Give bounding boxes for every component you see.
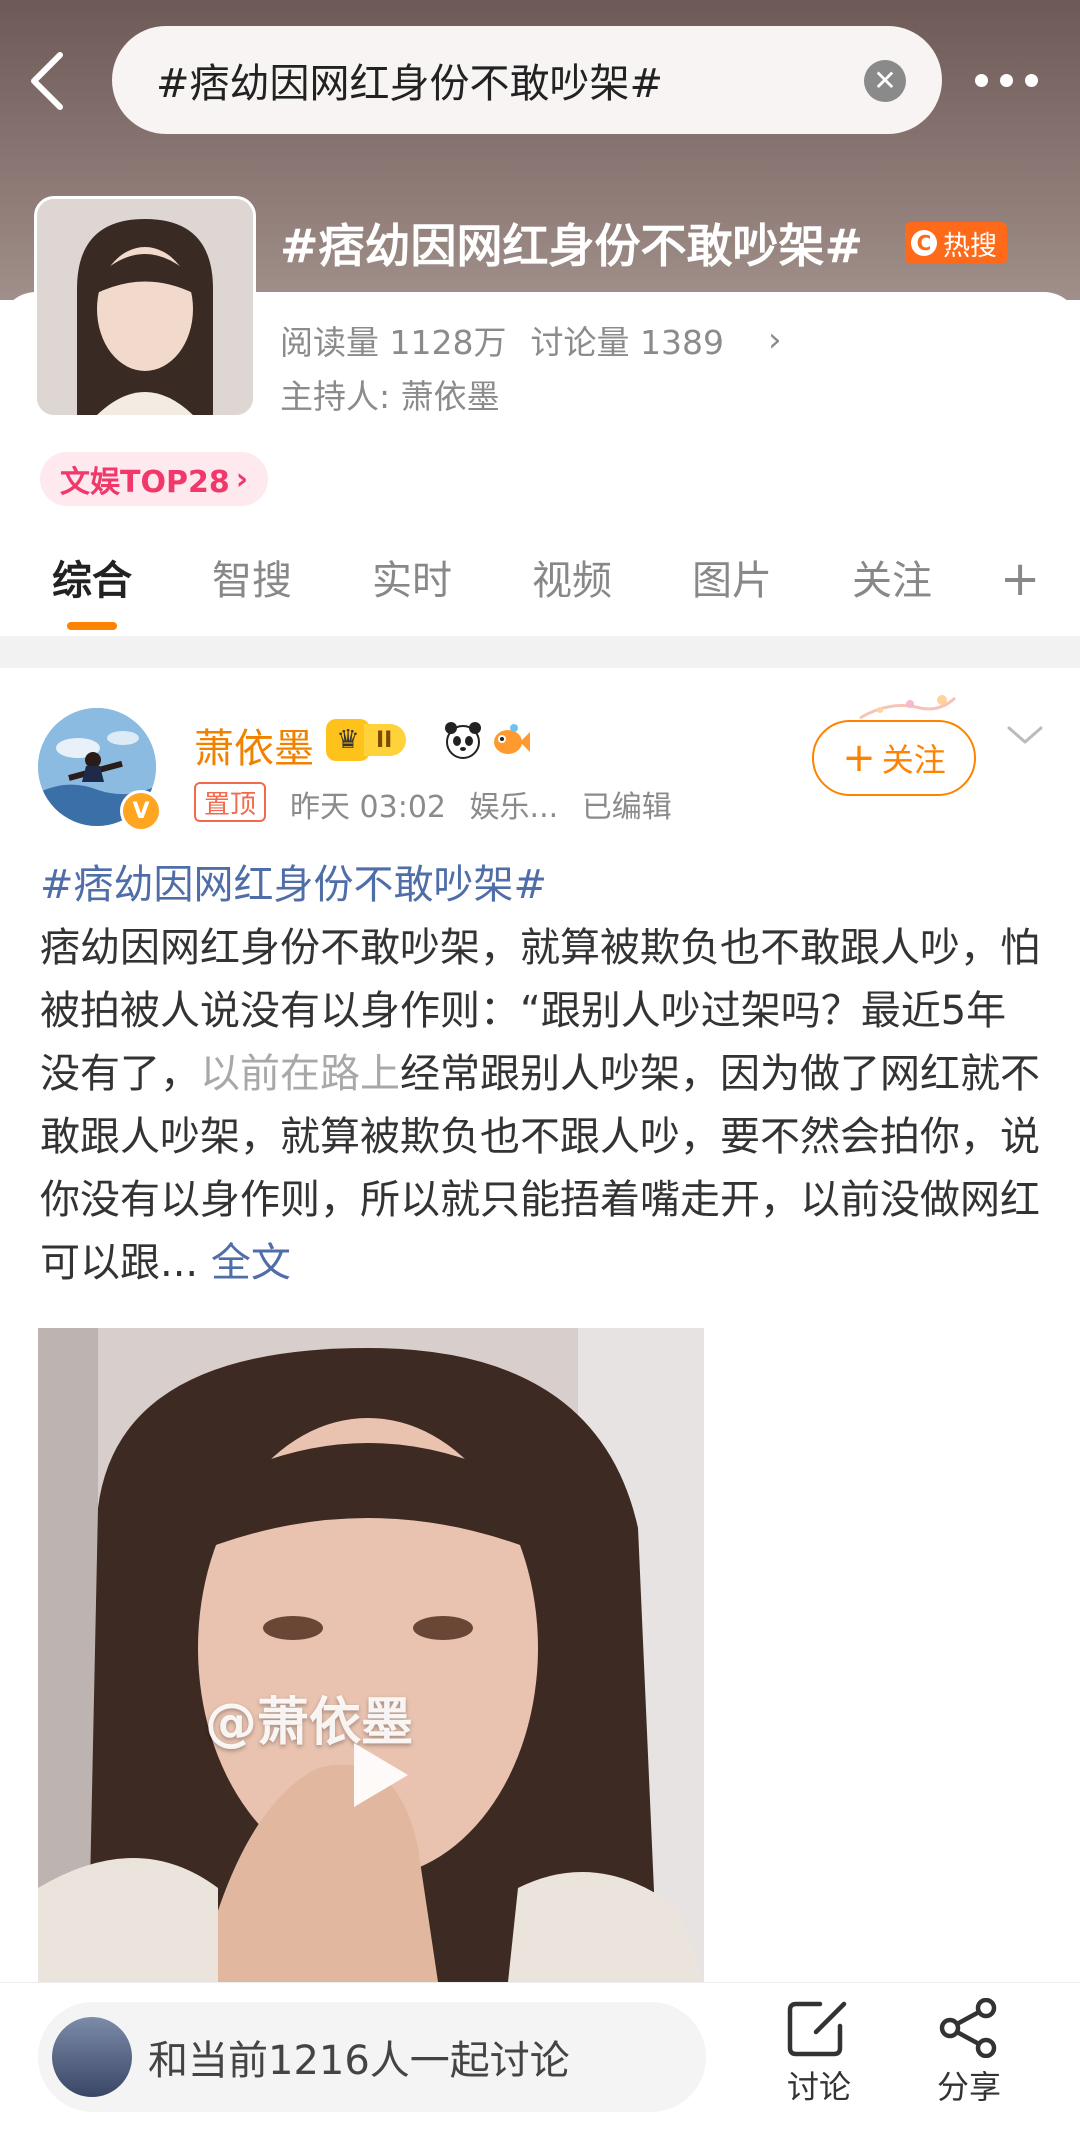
comment-button[interactable]: 讨论 <box>764 1998 874 2108</box>
fish-icon <box>494 724 530 754</box>
video-thumbnail[interactable] <box>38 1328 704 1982</box>
tab-comprehensive[interactable]: 综合 <box>52 548 132 606</box>
post-body-watermarked-text: 以前在路上 <box>200 1051 400 1097</box>
hot-search-badge: C 热搜 <box>905 222 1007 264</box>
discuss-stat: 讨论量 1389 <box>530 316 723 364</box>
post-hashtag[interactable]: #痞幼因网红身份不敢吵架# <box>40 862 547 908</box>
pinned-badge: 置顶 <box>194 782 267 822</box>
host-name: 萧依墨 <box>400 377 500 416</box>
reads-value: 1128万 <box>389 323 507 362</box>
more-dot-icon <box>1025 73 1038 87</box>
search-input[interactable]: #痞幼因网红身份不敢吵架# <box>112 26 942 134</box>
post-author-name[interactable]: 萧依墨 <box>194 716 314 774</box>
discussion-input[interactable]: 和当前1216人一起讨论 <box>38 2002 706 2112</box>
topic-title: #痞幼因网红身份不敢吵架# <box>280 219 864 273</box>
post-body: #痞幼因网红身份不敢吵架# 痞幼因网红身份不敢吵架，就算被欺负也不敢跟人吵，怕被… <box>40 854 1040 1295</box>
hot-icon: C <box>911 230 937 256</box>
tab-bar: 综合 智搜 实时 视频 图片 关注 <box>0 548 1080 636</box>
more-dot-icon <box>975 73 988 87</box>
topic-stats[interactable]: 阅读量 1128万 讨论量 1389 › <box>280 316 782 364</box>
clear-search-button[interactable]: ✕ <box>864 60 906 102</box>
verified-icon: V <box>120 790 162 832</box>
chevron-right-icon: › <box>235 461 249 497</box>
discuss-value: 1389 <box>639 323 724 362</box>
follow-label: 关注 <box>881 741 946 779</box>
follow-button[interactable]: + 关注 <box>812 720 976 796</box>
more-dot-icon <box>1000 73 1013 87</box>
discuss-label: 讨论量 <box>530 323 630 362</box>
section-divider <box>0 636 1080 668</box>
add-tab-icon[interactable]: + <box>1000 555 1040 603</box>
edited-label: 已编辑 <box>581 790 672 825</box>
tab-video[interactable]: 视频 <box>532 548 612 606</box>
discussion-prompt: 和当前1216人一起讨论 <box>148 2038 570 2084</box>
rank-badge[interactable]: 文娱TOP28 › <box>40 452 269 506</box>
share-label: 分享 <box>936 2068 1001 2106</box>
full-text-link[interactable]: 全文 <box>211 1240 291 1286</box>
play-icon[interactable] <box>336 1735 416 1815</box>
topic-host[interactable]: 主持人: 萧依墨 <box>280 370 500 418</box>
tab-smart-search[interactable]: 智搜 <box>212 548 292 606</box>
hot-label: 热搜 <box>943 230 997 262</box>
close-icon: ✕ <box>873 64 897 97</box>
back-arrow-icon <box>31 52 63 110</box>
vip-level: II <box>364 724 407 756</box>
host-label: 主持人: <box>280 377 391 416</box>
share-icon <box>939 1998 997 2058</box>
tab-realtime[interactable]: 实时 <box>372 548 452 606</box>
search-query: #痞幼因网红身份不敢吵架# <box>156 61 664 107</box>
share-button[interactable]: 分享 <box>914 1998 1024 2108</box>
reads-stat: 阅读量 1128万 <box>280 316 506 364</box>
reads-label: 阅读量 <box>280 323 379 362</box>
post-source[interactable]: 娱乐... <box>470 790 559 825</box>
vip-badge[interactable]: ♛ II <box>326 719 436 761</box>
active-tab-indicator <box>67 622 117 630</box>
post-time: 昨天 03:02 <box>290 790 446 825</box>
more-options-button[interactable] <box>975 70 1045 90</box>
panda-icon <box>445 722 481 759</box>
plus-icon: + <box>842 735 876 781</box>
tab-following[interactable]: 关注 <box>852 548 932 606</box>
discussion-avatar <box>52 2017 132 2097</box>
chevron-down-icon[interactable] <box>1005 722 1045 748</box>
compose-icon <box>787 2001 847 2057</box>
topic-cover-image <box>34 196 256 418</box>
tab-images[interactable]: 图片 <box>692 548 772 606</box>
post-meta: 昨天 03:02 娱乐... 已编辑 <box>290 782 672 826</box>
rank-label: 文娱TOP28 <box>60 465 230 500</box>
back-button[interactable] <box>20 45 84 117</box>
chevron-right-icon: › <box>767 320 782 360</box>
comment-label: 讨论 <box>786 2068 851 2106</box>
